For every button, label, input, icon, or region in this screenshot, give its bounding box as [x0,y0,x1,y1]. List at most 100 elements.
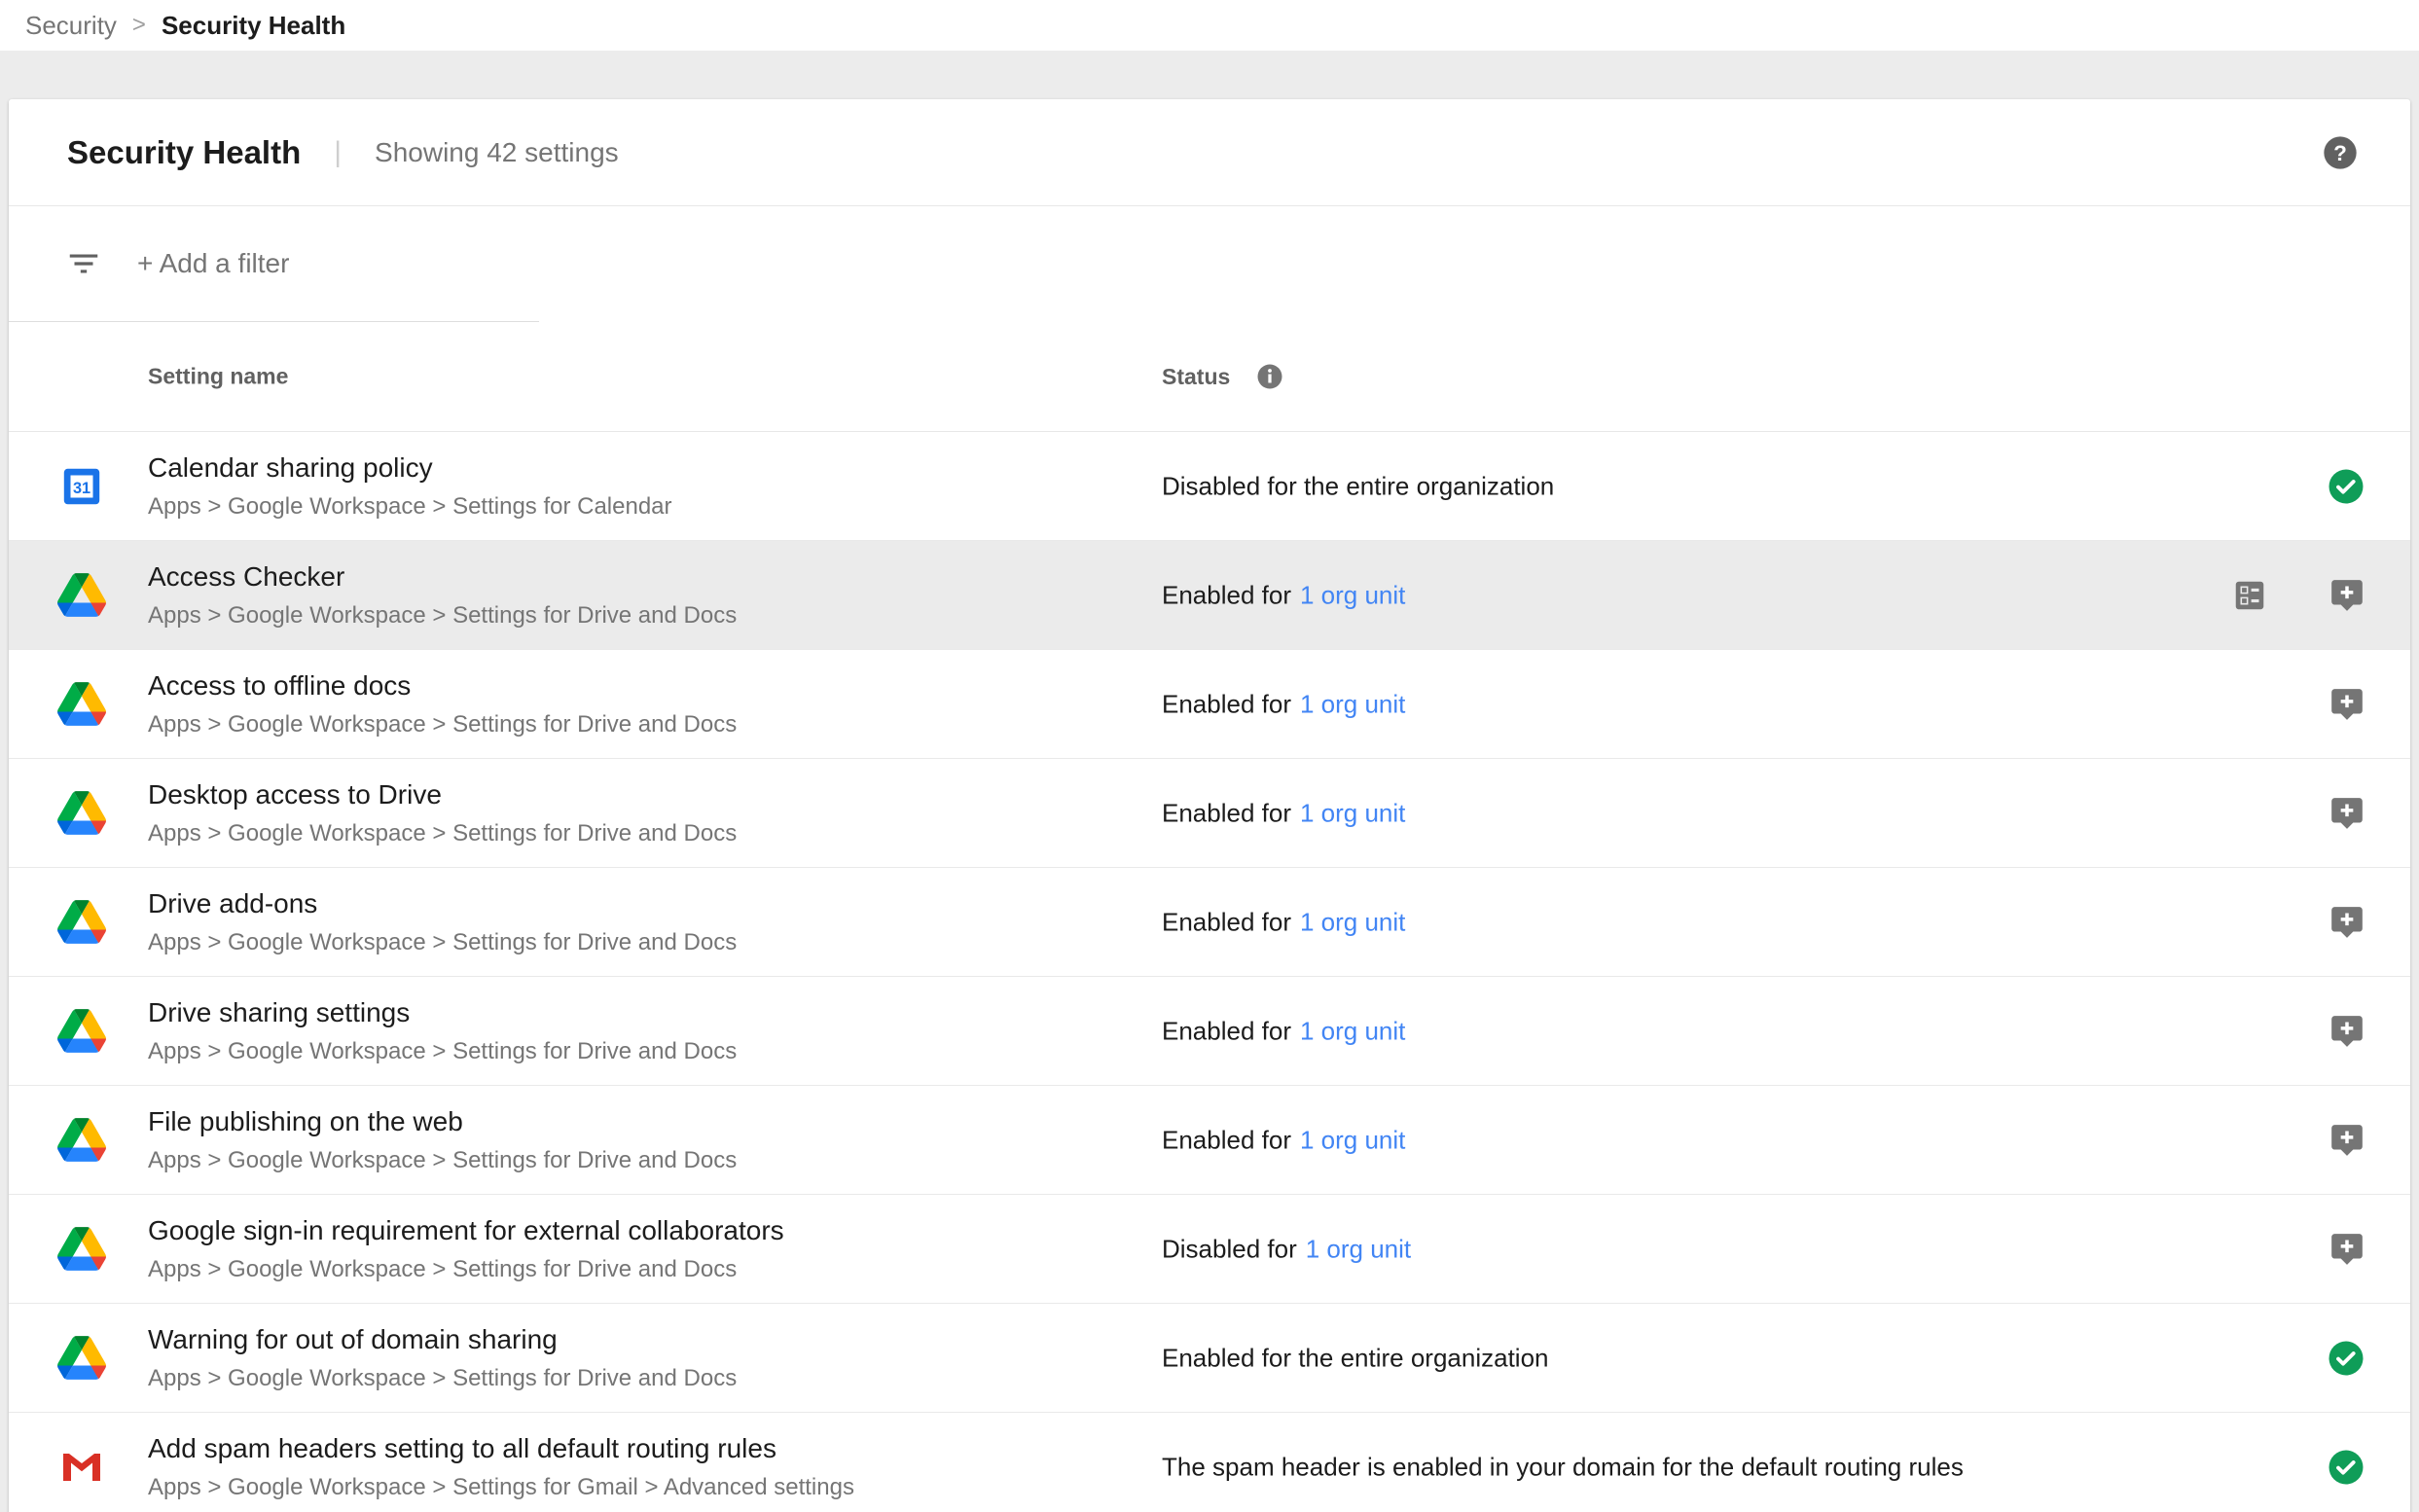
table-row[interactable]: Add spam headers setting to all default … [9,1413,2410,1512]
setting-title: Calendar sharing policy [148,452,672,484]
table-row[interactable]: 31 Calendar sharing policy Apps > Google… [9,432,2410,541]
status-text: The spam header is enabled in your domai… [1162,1452,1964,1481]
status-text: Enabled for [1162,1016,1291,1045]
status-text: Disabled for [1162,1234,1297,1263]
status-org-unit-link[interactable]: 1 org unit [1300,907,1405,936]
flag-plus-icon[interactable] [2329,795,2365,832]
add-filter-button[interactable]: + Add a filter [137,248,289,279]
setting-title: Drive sharing settings [148,997,737,1028]
drive-icon [57,1225,106,1274]
status-cell: The spam header is enabled in your domai… [1162,1452,1964,1482]
table-header: Setting name Status [9,322,2410,432]
check-circle-icon [2327,1339,2365,1378]
row-actions [2329,795,2365,832]
status-org-unit-link[interactable]: 1 org unit [1300,689,1405,718]
page-title: Security Health [67,134,301,171]
status-text: Enabled for the entire organization [1162,1343,1549,1372]
flag-plus-icon[interactable] [2329,686,2365,723]
setting-path: Apps > Google Workspace > Settings for D… [148,1365,737,1392]
card-header: Security Health | Showing 42 settings ? [9,99,2410,206]
info-icon[interactable] [1255,362,1284,391]
title-separator: | [334,136,342,169]
table-row[interactable]: Access to offline docs Apps > Google Wor… [9,650,2410,759]
row-actions [2329,1013,2365,1050]
setting-cell: Warning for out of domain sharing Apps >… [148,1324,737,1392]
flag-plus-icon[interactable] [2329,904,2365,941]
table-row[interactable]: Drive sharing settings Apps > Google Wor… [9,977,2410,1086]
gmail-icon [57,1443,106,1492]
status-text: Enabled for [1162,689,1291,718]
setting-title: Google sign-in requirement for external … [148,1215,784,1246]
settings-count: Showing 42 settings [375,137,619,168]
flag-plus-icon[interactable] [2329,1013,2365,1050]
table-row[interactable]: Access Checker Apps > Google Workspace >… [9,541,2410,650]
status-text: Enabled for [1162,1125,1291,1154]
row-actions [2327,1339,2365,1378]
setting-title: File publishing on the web [148,1106,737,1137]
drive-icon [57,1007,106,1056]
status-org-unit-link[interactable]: 1 org unit [1300,1125,1405,1154]
drive-icon [57,680,106,729]
check-circle-icon [2327,467,2365,506]
calendar-icon: 31 [57,462,106,511]
page-background: Security Health | Showing 42 settings ? … [0,51,2419,1512]
status-text: Enabled for [1162,907,1291,936]
status-text: Enabled for [1162,580,1291,609]
status-org-unit-link[interactable]: 1 org unit [1300,798,1405,827]
status-org-unit-link[interactable]: 1 org unit [1300,580,1405,609]
ballot-icon[interactable] [2231,577,2268,614]
breadcrumb-security[interactable]: Security [25,11,117,41]
flag-plus-icon[interactable] [2329,1122,2365,1159]
column-header-setting-name[interactable]: Setting name [148,364,288,390]
table-row[interactable]: File publishing on the web Apps > Google… [9,1086,2410,1195]
help-icon[interactable]: ? [2321,133,2360,172]
setting-cell: Drive sharing settings Apps > Google Wor… [148,997,737,1065]
drive-icon [57,1116,106,1165]
setting-cell: Access Checker Apps > Google Workspace >… [148,561,737,630]
setting-title: Access to offline docs [148,670,737,702]
setting-path: Apps > Google Workspace > Settings for C… [148,493,672,521]
filter-bar: + Add a filter [9,206,2410,321]
setting-title: Access Checker [148,561,737,593]
table-row[interactable]: Desktop access to Drive Apps > Google Wo… [9,759,2410,868]
setting-cell: Drive add-ons Apps > Google Workspace > … [148,888,737,956]
breadcrumb-current: Security Health [162,11,345,41]
setting-path: Apps > Google Workspace > Settings for D… [148,711,737,738]
drive-icon [57,898,106,947]
setting-title: Desktop access to Drive [148,779,737,810]
status-cell: Disabled for the entire organization [1162,471,1554,501]
setting-path: Apps > Google Workspace > Settings for D… [148,929,737,956]
settings-list: 31 Calendar sharing policy Apps > Google… [9,432,2410,1512]
table-row[interactable]: Drive add-ons Apps > Google Workspace > … [9,868,2410,977]
setting-cell: Google sign-in requirement for external … [148,1215,784,1283]
flag-plus-icon[interactable] [2329,1231,2365,1268]
svg-text:31: 31 [73,480,90,497]
table-row[interactable]: Warning for out of domain sharing Apps >… [9,1304,2410,1413]
drive-icon [57,789,106,838]
breadcrumb: Security > Security Health [0,0,2419,51]
breadcrumb-chevron-icon: > [132,12,146,39]
row-actions [2329,1122,2365,1159]
flag-plus-icon[interactable] [2329,577,2365,614]
column-header-status[interactable]: Status [1162,364,1230,390]
row-actions [2329,1231,2365,1268]
filter-list-icon[interactable] [65,245,102,282]
drive-icon [57,571,106,620]
setting-path: Apps > Google Workspace > Settings for D… [148,602,737,630]
status-cell: Enabled for 1 org unit [1162,580,1405,610]
security-health-card: Security Health | Showing 42 settings ? … [9,99,2410,1512]
setting-title: Warning for out of domain sharing [148,1324,737,1355]
status-cell: Enabled for 1 org unit [1162,1016,1405,1046]
svg-text:?: ? [2333,141,2347,165]
setting-path: Apps > Google Workspace > Settings for G… [148,1474,854,1501]
status-cell: Enabled for the entire organization [1162,1343,1549,1373]
setting-title: Drive add-ons [148,888,737,919]
setting-path: Apps > Google Workspace > Settings for D… [148,1038,737,1065]
status-org-unit-link[interactable]: 1 org unit [1306,1234,1411,1263]
row-actions [2329,904,2365,941]
status-cell: Enabled for 1 org unit [1162,1125,1405,1155]
status-cell: Enabled for 1 org unit [1162,907,1405,937]
status-org-unit-link[interactable]: 1 org unit [1300,1016,1405,1045]
table-row[interactable]: Google sign-in requirement for external … [9,1195,2410,1304]
setting-path: Apps > Google Workspace > Settings for D… [148,1147,737,1174]
